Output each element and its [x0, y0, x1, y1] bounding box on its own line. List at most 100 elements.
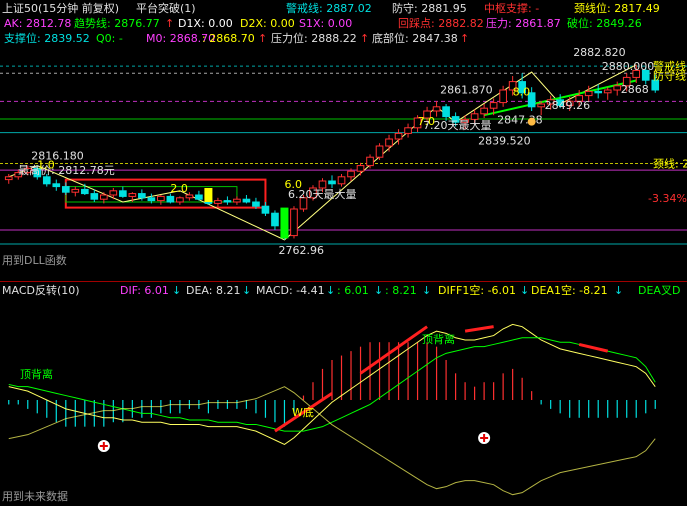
percent-label: -3.34% [648, 192, 687, 205]
candle-body [71, 188, 80, 193]
m0-up-arrow: ↑ [258, 32, 268, 45]
neckline-right-label: 颈线: 2 [653, 157, 687, 171]
dif-readout: DIF: 6.01 [120, 284, 169, 297]
support-readout: 支撑位: 2839.52 [4, 32, 90, 45]
price-annotation: 2839.520 [478, 135, 531, 148]
candle-body [176, 197, 184, 203]
dea-readout: DEA: 8.21 [186, 284, 241, 297]
macd-title[interactable]: MACD反转(10) [2, 284, 80, 297]
candle-body [185, 194, 194, 199]
candle-body [23, 167, 32, 174]
candle-body [252, 201, 260, 207]
v1-readout: : 6.01 [337, 284, 369, 297]
candle-body [61, 186, 70, 193]
price-annotation: 2868 [621, 83, 649, 96]
dea1-down-arrow: ↓ [614, 284, 624, 297]
candle-body [99, 194, 108, 200]
future-note: 用到未来数据 [2, 490, 68, 503]
pressure-readout: 压力: 2861.87 [486, 17, 561, 30]
candle-body [138, 193, 146, 199]
dif-down-arrow: ↓ [172, 284, 182, 297]
price-annotation: 2880.000 [602, 60, 655, 73]
macd-red-segment [359, 325, 428, 375]
neckline-readout: 颈线位: 2817.49 [574, 2, 660, 15]
candle-body [166, 195, 175, 203]
candle-body [651, 79, 660, 91]
candle-body [347, 170, 355, 178]
candle-body [309, 187, 317, 199]
candle-body [584, 90, 593, 97]
candle-body [52, 183, 61, 188]
break-readout: 破位: 2849.26 [567, 17, 642, 30]
defense-right-label: 防守线 [653, 68, 686, 82]
candle-body [603, 89, 612, 94]
dea-cross-readout: DEA叉D [638, 284, 681, 297]
top-divergence-label: 顶背离 [20, 367, 53, 381]
candle-body [242, 198, 251, 203]
candle-body [119, 190, 127, 197]
candle-body [527, 92, 536, 108]
candle-body [451, 116, 460, 123]
consolidation-inner-box [65, 186, 238, 203]
macd-red-segment [274, 392, 333, 433]
chart-title: 上证50(15分钟 前复权) [2, 2, 120, 15]
candle-body [157, 195, 165, 202]
diff1-readout: DIFF1空: -6.01 [438, 284, 517, 297]
candle-body [413, 117, 422, 129]
dea-line [8, 337, 656, 432]
buy-signal-icon [478, 432, 491, 444]
candle-body [622, 76, 631, 87]
candle-body [214, 200, 222, 204]
candle-body [461, 118, 469, 123]
level-label: 7.0 [418, 115, 436, 128]
price-annotation: 2849.26 [545, 99, 591, 112]
candle-body [33, 167, 42, 178]
candle-body [594, 90, 603, 94]
indicator-name[interactable]: 平台突破(1) [136, 2, 196, 15]
trend-line-readout: 趋势线: 2876.77 [74, 17, 160, 30]
dif1-line [8, 386, 656, 496]
candle-body [489, 102, 498, 109]
ak-readout: AK: 2812.78 [4, 17, 72, 30]
candle-body [109, 190, 118, 196]
chart-canvas[interactable]: 2816.1802762.962861.8702839.5202847.3828… [0, 0, 687, 506]
candle-body [442, 106, 450, 118]
pressure-up-arrow: ↑ [360, 32, 370, 45]
level-label: 6.0 [284, 178, 302, 191]
candle-body [261, 205, 270, 214]
candle-body [128, 193, 137, 197]
candle-body [641, 69, 650, 81]
macd-down-arrow: ↓ [326, 284, 336, 297]
diff1-down-arrow: ↓ [520, 284, 530, 297]
candle-body [470, 113, 479, 120]
candle-body [546, 99, 555, 105]
candle-body [233, 198, 241, 203]
pressure-pos-readout: 压力位: 2888.22 [271, 32, 357, 45]
price-annotation: 2882.820 [573, 46, 626, 59]
candle-body [147, 197, 156, 202]
pane-divider[interactable] [0, 281, 687, 282]
candle-body [508, 81, 517, 91]
marker-dot [527, 117, 536, 126]
dif-line [8, 323, 656, 446]
candle-body [42, 176, 51, 185]
candle-body [290, 208, 298, 237]
s1x-readout: S1X: 0.00 [299, 17, 353, 30]
alert-line-readout: 警戒线: 2887.02 [286, 2, 372, 15]
buy-signal-icon [480, 434, 489, 442]
defense-readout: 防守: 2881.95 [392, 2, 467, 15]
level-label: 2.0 [170, 182, 188, 195]
candle-body [385, 138, 393, 147]
candle-body [480, 107, 488, 115]
dll-note: 用到DLL函数 [2, 254, 67, 267]
candle-body [195, 194, 203, 200]
candle-body [271, 212, 279, 227]
candle-body [337, 176, 346, 185]
d2x-readout: D2X: 0.00 [240, 17, 295, 30]
top-divergence-label: 顶背离 [422, 332, 455, 346]
highlight-bar [280, 207, 289, 239]
candle-body [404, 127, 412, 134]
candle-body [423, 110, 431, 119]
candle-body [537, 103, 545, 108]
w-bottom-label: W底 [292, 405, 314, 419]
